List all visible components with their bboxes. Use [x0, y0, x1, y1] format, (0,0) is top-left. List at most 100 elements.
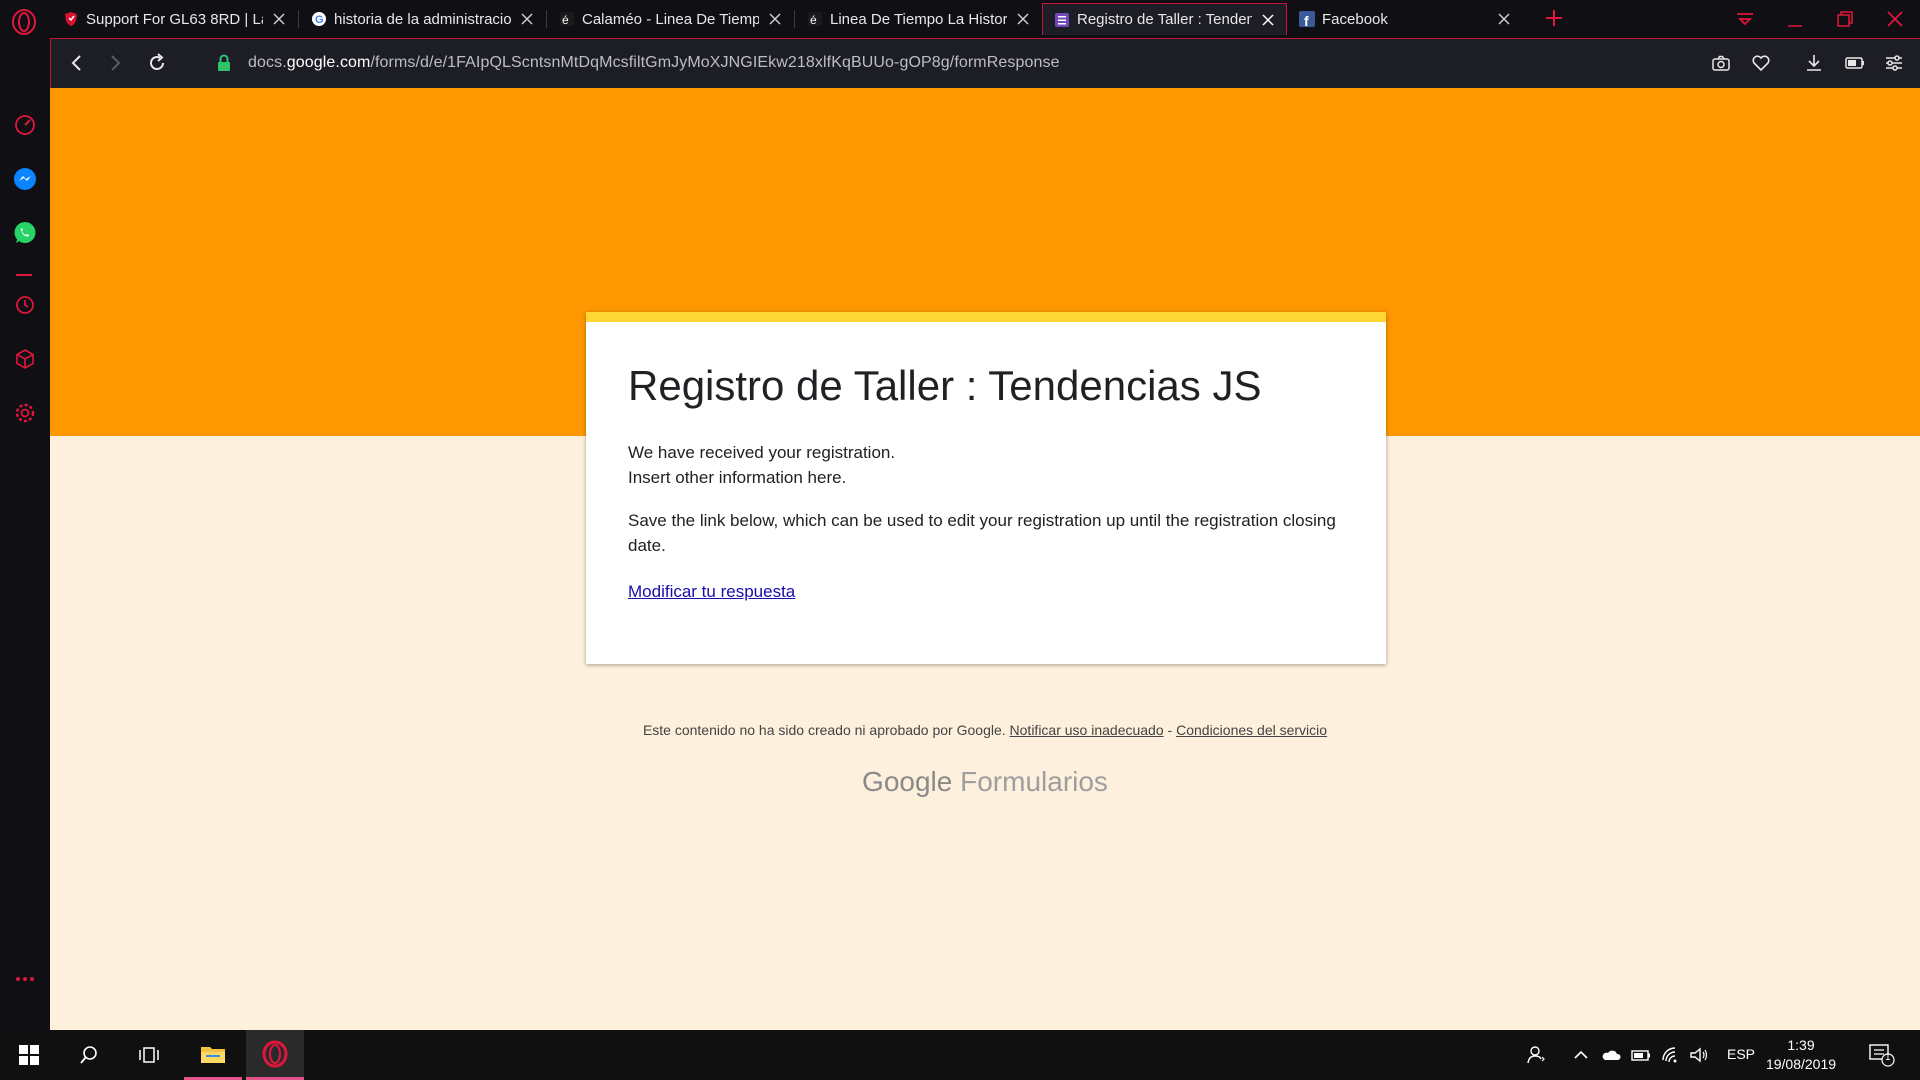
show-hidden-icons-chevron-icon[interactable]	[1570, 1044, 1592, 1066]
url-path: /forms/d/e/1FAIpQLScntsnMtDqMcsfiltGmJyM…	[370, 54, 1060, 71]
close-tab-icon[interactable]	[1015, 11, 1031, 27]
calameo-icon: é	[806, 10, 824, 28]
page-footer: Este contenido no ha sido creado ni apro…	[50, 722, 1920, 738]
people-icon[interactable]	[1525, 1044, 1547, 1066]
shield-icon	[62, 10, 80, 28]
start-button[interactable]	[0, 1030, 58, 1080]
edit-response-link[interactable]: Modificar tu respuesta	[628, 582, 795, 602]
message-line-3: Save the link below, which can be used t…	[628, 511, 1336, 555]
url-domain: google.com	[286, 54, 371, 71]
sidebar	[0, 38, 50, 1030]
message-line-1: We have received your registration.	[628, 443, 896, 462]
more-icon[interactable]	[12, 966, 38, 992]
address-bar: docs.google.com/forms/d/e/1FAIpQLScntsnM…	[50, 38, 1920, 88]
input-language-indicator[interactable]: ESP	[1727, 1046, 1755, 1062]
url-prefix: docs.	[248, 54, 287, 71]
battery-icon[interactable]	[1630, 1044, 1652, 1066]
minimize-icon[interactable]	[1780, 6, 1810, 32]
task-view-button[interactable]	[120, 1030, 178, 1080]
opera-taskbar-button[interactable]	[246, 1030, 304, 1080]
whatsapp-icon[interactable]	[12, 220, 38, 246]
forward-icon[interactable]	[103, 51, 127, 75]
form-response-card: Registro de Taller : Tendencias JS We ha…	[586, 312, 1386, 664]
snapshot-camera-icon[interactable]	[1710, 52, 1732, 74]
folder-icon	[201, 1046, 225, 1063]
tab-title: Support For GL63 8RD | Lap	[86, 10, 263, 28]
svg-text:G: G	[315, 14, 324, 26]
notification-count: 1	[1885, 1052, 1891, 1063]
page-content: Registro de Taller : Tendencias JS We ha…	[50, 88, 1920, 1030]
volume-icon[interactable]	[1688, 1044, 1710, 1066]
close-tab-icon[interactable]	[271, 11, 287, 27]
confirmation-message: We have received your registration. Inser…	[628, 440, 1348, 576]
windows-taskbar: ESP 1:39 19/08/2019 1	[0, 1030, 1920, 1080]
close-tab-icon[interactable]	[519, 11, 535, 27]
clock-time: 1:39	[1787, 1037, 1815, 1053]
tab-linea-tiempo-historia[interactable]: é Linea De Tiempo La Historia	[796, 3, 1041, 35]
tab-separator	[794, 10, 795, 28]
svg-text:f: f	[1304, 13, 1309, 27]
notifications-icon	[1869, 1044, 1895, 1067]
svg-text:é: é	[562, 13, 569, 27]
search-icon	[80, 1046, 97, 1064]
tab-separator	[546, 10, 547, 28]
tab-facebook[interactable]: f Facebook	[1288, 3, 1522, 35]
battery-saver-icon[interactable]	[1844, 52, 1866, 74]
tab-title: historia de la administracio	[334, 10, 511, 28]
tab-support-gl63[interactable]: Support For GL63 8RD | Lap	[52, 3, 297, 35]
search-button[interactable]	[60, 1030, 118, 1080]
tab-historia-administracion[interactable]: G historia de la administracio	[300, 3, 545, 35]
tab-title: Facebook	[1322, 10, 1388, 28]
lock-icon[interactable]	[213, 52, 235, 74]
tab-separator	[298, 10, 299, 28]
history-clock-icon[interactable]	[12, 292, 38, 318]
close-tab-icon[interactable]	[767, 11, 783, 27]
terms-of-service-link[interactable]: Condiciones del servicio	[1176, 722, 1327, 738]
close-tab-icon[interactable]	[1496, 11, 1512, 27]
brand-product: Formularios	[960, 766, 1108, 797]
close-window-icon[interactable]	[1880, 6, 1910, 32]
download-icon[interactable]	[1803, 52, 1825, 74]
bookmark-heart-icon[interactable]	[1750, 52, 1772, 74]
footer-separator: -	[1167, 722, 1173, 738]
clock-date: 19/08/2019	[1765, 1056, 1837, 1072]
messenger-icon[interactable]	[12, 166, 38, 192]
onedrive-cloud-icon[interactable]	[1600, 1044, 1622, 1066]
file-explorer-button[interactable]	[184, 1030, 242, 1080]
tab-strip: Support For GL63 8RD | Lap G historia de…	[0, 0, 1920, 38]
forms-icon	[1053, 11, 1071, 29]
extensions-cube-icon[interactable]	[12, 346, 38, 372]
tab-calameo-linea-tiempo[interactable]: é Calaméo - Linea De Tiempo	[548, 3, 793, 35]
tab-title: Registro de Taller : Tendencias	[1077, 11, 1252, 28]
url-field[interactable]: docs.google.com/forms/d/e/1FAIpQLScntsnM…	[248, 54, 1060, 72]
speed-dial-icon[interactable]	[12, 112, 38, 138]
card-accent-strip	[586, 312, 1386, 322]
svg-text:é: é	[810, 13, 817, 27]
action-center-button[interactable]: 1	[1868, 1042, 1898, 1070]
sidebar-divider	[16, 274, 32, 276]
back-icon[interactable]	[65, 51, 89, 75]
tab-registro-taller[interactable]: Registro de Taller : Tendencias	[1042, 3, 1287, 35]
tab-title: Linea De Tiempo La Historia	[830, 10, 1007, 28]
reload-icon[interactable]	[145, 51, 169, 75]
form-title: Registro de Taller : Tendencias JS	[628, 362, 1262, 409]
disclaimer-text: Este contenido no ha sido creado ni apro…	[642, 722, 1006, 738]
google-forms-logo[interactable]: Google Formularios	[50, 766, 1920, 798]
calameo-icon: é	[558, 10, 576, 28]
settings-gear-icon[interactable]	[12, 400, 38, 426]
close-tab-icon[interactable]	[1260, 12, 1276, 28]
opera-icon	[262, 1040, 288, 1067]
easy-setup-icon[interactable]	[1883, 52, 1905, 74]
tab-menu-icon[interactable]	[1730, 6, 1760, 32]
facebook-icon: f	[1298, 10, 1316, 28]
report-abuse-link[interactable]: Notificar uso inadecuado	[1010, 722, 1164, 738]
google-icon: G	[310, 10, 328, 28]
wifi-icon[interactable]	[1660, 1044, 1682, 1066]
tab-title: Calaméo - Linea De Tiempo	[582, 10, 759, 28]
windows-icon	[19, 1045, 39, 1065]
clock[interactable]: 1:39 19/08/2019	[1756, 1036, 1846, 1074]
task-view-icon	[139, 1047, 159, 1063]
new-tab-plus-icon[interactable]	[1544, 8, 1564, 28]
opera-menu-icon[interactable]	[10, 8, 38, 36]
restore-icon[interactable]	[1830, 6, 1860, 32]
